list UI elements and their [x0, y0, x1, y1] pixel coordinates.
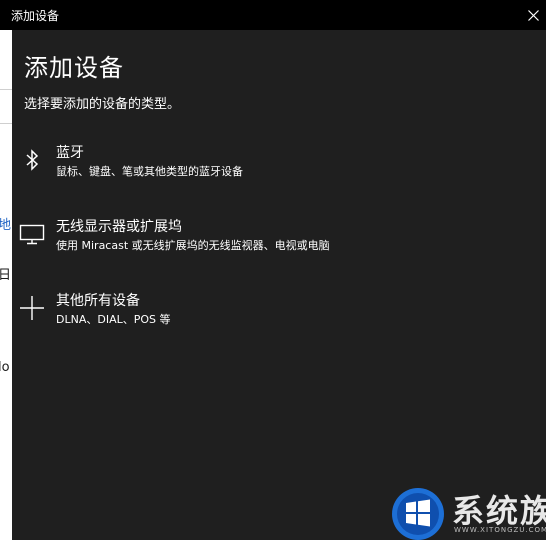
background-divider: [0, 89, 12, 90]
monitor-icon: [18, 220, 46, 248]
close-button[interactable]: [520, 0, 546, 30]
title-bar: 添加设备: [0, 0, 546, 30]
window-title: 添加设备: [11, 9, 60, 23]
plus-icon: [18, 294, 46, 322]
background-text-fragment: 地: [0, 218, 12, 233]
windows-logo-icon: [392, 488, 444, 540]
background-text-fragment: lo: [0, 360, 10, 375]
option-name: 其他所有设备: [56, 293, 140, 309]
background-text-fragment: 日: [0, 268, 12, 283]
dialog-heading: 添加设备: [24, 54, 124, 82]
option-description: DLNA、DIAL、POS 等: [56, 313, 171, 326]
option-description: 使用 Miracast 或无线扩展坞的无线监视器、电视或电脑: [56, 239, 330, 252]
background-window-edge: 地 日 lo: [0, 30, 12, 540]
add-device-dialog: 添加设备 选择要添加的设备的类型。 蓝牙 鼠标、键盘、笔或其他类型的蓝牙设备 无…: [12, 30, 546, 540]
option-name: 无线显示器或扩展坞: [56, 219, 182, 235]
option-bluetooth[interactable]: 蓝牙 鼠标、键盘、笔或其他类型的蓝牙设备: [12, 142, 546, 190]
option-wireless-display[interactable]: 无线显示器或扩展坞 使用 Miracast 或无线扩展坞的无线监视器、电视或电脑: [12, 216, 546, 264]
option-description: 鼠标、键盘、笔或其他类型的蓝牙设备: [56, 165, 243, 178]
option-other-devices[interactable]: 其他所有设备 DLNA、DIAL、POS 等: [12, 290, 546, 338]
background-divider: [0, 123, 12, 124]
watermark-url: WWW.XITONGZU.COM: [454, 526, 546, 534]
site-watermark: 系统族 WWW.XITONGZU.COM: [386, 484, 546, 540]
option-name: 蓝牙: [56, 145, 84, 161]
dialog-subtitle: 选择要添加的设备的类型。: [24, 97, 181, 112]
close-icon: [527, 9, 539, 21]
bluetooth-icon: [18, 146, 46, 174]
